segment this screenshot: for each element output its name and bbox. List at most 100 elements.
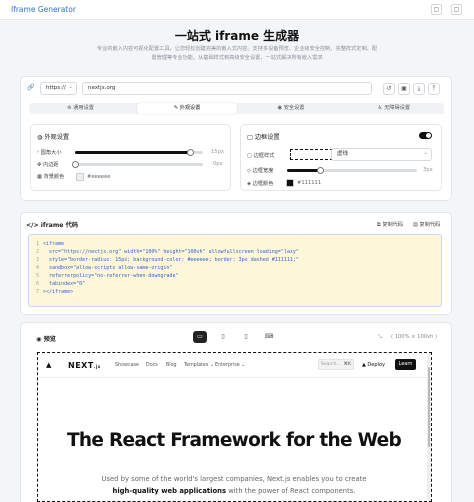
line-number: 1 <box>35 241 39 247</box>
code-block[interactable]: 1 2 3 4 5 6 7 <iframe src="https://nextj… <box>28 234 442 307</box>
page-description: 专业的嵌入内容可视化配置工具，让您轻松创建完美的嵌入式内容。支持多设备预览、企业… <box>96 46 378 61</box>
link-icon: 🔗 <box>27 84 35 91</box>
code-line: style="border-radius: 15px; background-c… <box>43 257 299 263</box>
eye-icon: ◉ <box>36 336 42 343</box>
code-line: ></iframe> <box>43 289 74 295</box>
site-search-input[interactable]: Search... ⌘K <box>318 359 354 370</box>
line-number: 7 <box>35 289 39 295</box>
site-headline: The React Framework for the Web <box>66 430 402 451</box>
download-icon[interactable]: ⤓ <box>413 83 425 95</box>
radius-value: 15px <box>211 149 224 155</box>
laptop-device-button[interactable]: ⌨ <box>262 331 276 343</box>
url-value: nextjs.org <box>88 85 116 91</box>
settings-tabs: ⊚ 通用设置 ✎ 外观设置 ◉ 安全设置 ♿ 无障碍设置 <box>29 103 444 114</box>
grid-icon: ▦ <box>37 174 42 180</box>
shield-icon: ◉ <box>277 105 283 111</box>
save-icon[interactable]: ▣ <box>398 83 410 95</box>
diamond-icon: ◇ <box>247 168 251 174</box>
nav-showcase[interactable]: Showcase <box>115 363 139 368</box>
code-line: src="https://nextjs.org" width="100%" he… <box>43 249 299 255</box>
border-width-slider[interactable] <box>287 166 417 174</box>
border-style-select[interactable]: 虚线 ⌄ <box>331 148 432 161</box>
nav-enterprise[interactable]: Enterprise ⌄ <box>215 363 245 368</box>
palette-icon: ◍ <box>37 134 43 141</box>
border-width-value: 3px <box>423 167 433 173</box>
padding-slider-handle[interactable] <box>72 160 79 168</box>
mobile-device-button[interactable]: ▯ <box>239 331 253 343</box>
border-icon: ▢ <box>247 134 253 141</box>
deploy-button[interactable]: ▲ Deploy <box>362 362 385 368</box>
upload-icon[interactable]: ⤒ <box>428 83 440 95</box>
appearance-title: ◍ 外观设置 <box>37 134 70 141</box>
preview-size: ( 100% × 100vh ) <box>391 334 438 340</box>
checkbox-icon: ▢ <box>247 153 252 159</box>
color-icon: ◈ <box>247 181 251 187</box>
bgcolor-label: ▦ 背景颜色 <box>37 174 65 180</box>
border-title: ▢ 边框设置 <box>247 134 280 141</box>
nextjs-triangle-icon: ▲ <box>46 361 52 369</box>
nav-blog[interactable]: Blog <box>166 363 177 368</box>
tab-label: 无障碍设置 <box>384 105 411 111</box>
radius-slider-fill <box>75 151 190 154</box>
code-icon: </> <box>26 222 39 229</box>
padding-slider[interactable] <box>72 160 203 168</box>
nav-templates[interactable]: Templates ⌄ <box>184 363 214 368</box>
window-icon[interactable]: ▢ <box>451 4 462 15</box>
line-number: 2 <box>35 249 39 255</box>
tab-general[interactable]: ⊚ 通用设置 <box>29 103 132 114</box>
copy-code-button[interactable]: ▤ 复制代码 <box>413 221 440 228</box>
accessibility-icon: ♿ <box>377 105 383 111</box>
brand-title[interactable]: Iframe Generator <box>11 5 76 14</box>
scrollbar[interactable] <box>427 353 431 501</box>
line-number: 3 <box>35 257 39 263</box>
brush-icon: ✎ <box>173 105 178 111</box>
border-color-value: #111111 <box>297 180 322 186</box>
site-logo[interactable]: NEXT.js <box>68 361 101 370</box>
padding-label: ✥ 内边距 <box>37 162 59 168</box>
border-toggle[interactable] <box>419 132 432 139</box>
line-number: 4 <box>35 265 39 271</box>
tab-label: 外观设置 <box>179 105 201 111</box>
border-style-label: ▢ 边框样式 <box>247 153 275 159</box>
tab-accessibility[interactable]: ♿ 无障碍设置 <box>344 103 444 114</box>
line-number: 6 <box>35 281 39 287</box>
border-style-preview <box>290 149 333 160</box>
tab-label: 通用设置 <box>73 105 94 111</box>
border-width-slider-handle[interactable] <box>317 166 324 174</box>
protocol-select[interactable]: https:// ⌄ <box>40 82 77 95</box>
tab-security[interactable]: ◉ 安全设置 <box>241 103 341 114</box>
top-bar: Iframe Generator ▢ ▢ <box>0 0 474 20</box>
code-line: referrerpolicy="no-referrer-when-downgra… <box>43 273 179 279</box>
radius-slider-handle[interactable] <box>187 148 194 156</box>
bgcolor-value: #eeeeee <box>87 174 111 180</box>
border-width-label: ◇ 边框宽度 <box>247 168 274 174</box>
border-style-value: 虚线 <box>337 151 349 157</box>
code-line: <iframe <box>43 241 65 247</box>
resize-icon: ⤡ <box>378 334 383 340</box>
nav-docs[interactable]: Docs <box>146 363 158 368</box>
iframe-preview[interactable]: ▲ NEXT.js Showcase Docs Blog Templates ⌄… <box>37 352 432 502</box>
protocol-value: https:// <box>46 85 66 91</box>
copy-button[interactable]: ⧉ 复制代码 <box>377 221 403 229</box>
page-title: 一站式 iframe 生成器 <box>174 29 300 43</box>
line-number: 5 <box>35 273 39 279</box>
border-color-label: ◈ 边框颜色 <box>247 181 274 187</box>
learn-button[interactable]: Learn <box>395 359 416 370</box>
corner-icon: ◜ <box>37 150 40 156</box>
chevron-down-icon: ⌄ <box>423 150 428 156</box>
bgcolor-swatch[interactable] <box>76 173 84 181</box>
radius-slider[interactable] <box>75 148 203 156</box>
tab-appearance[interactable]: ✎ 外观设置 <box>137 103 237 114</box>
tablet-device-button[interactable]: ▯ <box>216 331 230 343</box>
desktop-device-button[interactable]: ▭ <box>193 331 207 343</box>
site-subtitle-line-1: Used by some of the world's largest comp… <box>101 475 367 483</box>
refresh-icon[interactable]: ↺ <box>383 83 395 95</box>
border-color-swatch[interactable] <box>286 179 294 187</box>
code-line: sandbox="allow-scripts allow-same-origin… <box>43 265 173 271</box>
preview-title: ◉ 预览 <box>36 336 56 343</box>
code-title: </> iframe 代码 <box>26 222 79 229</box>
radius-label: ◜ 圆角大小 <box>37 150 62 156</box>
bookmark-icon[interactable]: ▢ <box>431 4 442 15</box>
move-icon: ✥ <box>37 162 42 168</box>
url-input[interactable]: nextjs.org <box>82 82 372 95</box>
